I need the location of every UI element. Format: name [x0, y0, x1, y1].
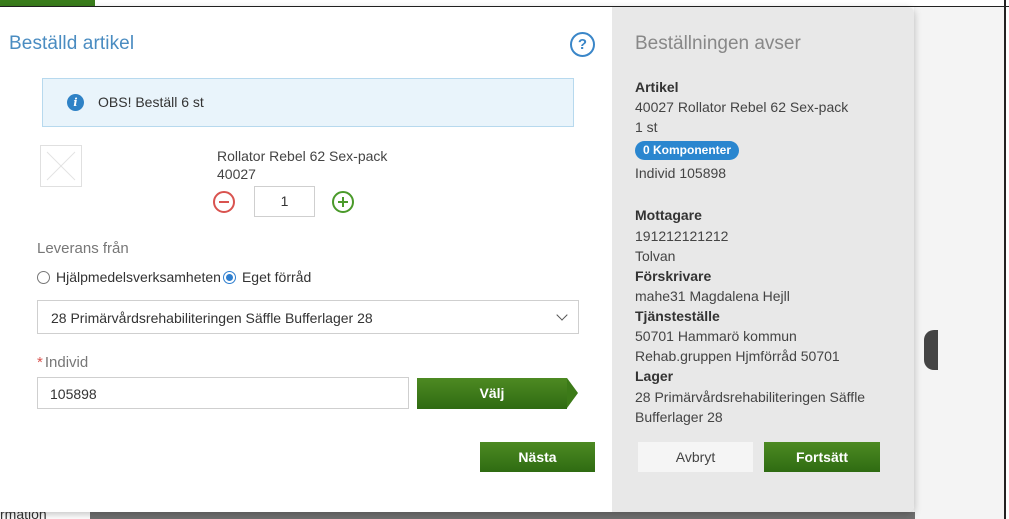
product-number: 40027	[217, 166, 256, 182]
choose-button-arrow[interactable]	[567, 378, 578, 408]
question-circle-icon[interactable]: ?	[570, 32, 595, 57]
recipient-id: 191212121212	[635, 228, 729, 244]
cancel-button[interactable]: Avbryt	[638, 442, 753, 472]
summary-title: Beställningen avser	[635, 33, 801, 54]
stock-location-select[interactable]: 28 Primärvårdsrehabiliteringen Säffle Bu…	[37, 300, 579, 334]
delivery-source-options: Hjälpmedelsverksamheten Eget förråd	[37, 269, 313, 285]
radio-eget-forrad[interactable]	[222, 270, 236, 284]
dialog-title: Beställd artikel	[9, 33, 135, 54]
individ-value: 105898	[50, 386, 97, 402]
info-message-text: OBS! Beställ 6 st	[98, 94, 204, 110]
individ-label: * Individ	[37, 354, 88, 371]
individ-input[interactable]: 105898	[37, 377, 409, 409]
background-right-area	[914, 7, 1004, 519]
article-line: 40027 Rollator Rebel 62 Sex-pack	[635, 99, 849, 115]
background-handle	[924, 330, 938, 370]
radio-label-eget-forrad[interactable]: Eget förråd	[242, 269, 311, 285]
quantity-input[interactable]: 1	[254, 186, 315, 217]
individ-label-text: Individ	[44, 354, 89, 371]
increase-quantity-button[interactable]	[332, 191, 354, 213]
decrease-quantity-button[interactable]	[213, 191, 235, 213]
article-heading: Artikel	[635, 79, 679, 95]
radio-label-hjalpmedelsverksamheten[interactable]: Hjälpmedelsverksamheten	[56, 269, 221, 285]
unit-line-2: Rehab.gruppen Hjmförråd 50701	[635, 348, 840, 364]
background-border	[1004, 0, 1006, 519]
prescriber-name: mahe31 Magdalena Hejll	[635, 288, 790, 304]
next-button[interactable]: Nästa	[480, 442, 595, 472]
product-name: Rollator Rebel 62 Sex-pack	[217, 148, 388, 164]
stock-heading: Lager	[635, 368, 674, 384]
delivery-label: Leverans från	[37, 240, 129, 257]
prescriber-heading: Förskrivare	[635, 268, 712, 284]
choose-individ-button[interactable]: Välj	[417, 378, 567, 409]
info-message: i OBS! Beställ 6 st	[42, 78, 574, 127]
stock-line-1: 28 Primärvårdsrehabiliteringen Säffle	[635, 389, 866, 405]
unit-heading: Tjänsteställe	[635, 308, 720, 324]
recipient-heading: Mottagare	[635, 207, 702, 223]
stock-location-value: 28 Primärvårdsrehabiliteringen Säffle Bu…	[51, 310, 373, 326]
order-summary-panel: Beställningen avser Artikel 40027 Rollat…	[612, 7, 914, 512]
article-quantity: 1 st	[635, 119, 658, 135]
order-form-panel: Beställd artikel ? i OBS! Beställ 6 st R…	[0, 7, 612, 512]
chevron-down-icon	[556, 309, 568, 321]
radio-hjalpmedelsverksamheten[interactable]	[37, 270, 50, 284]
continue-button[interactable]: Fortsätt	[764, 442, 880, 472]
background-bottom-bar	[90, 512, 915, 519]
product-image-placeholder	[40, 145, 82, 187]
required-mark: *	[37, 354, 43, 371]
stock-line-2: Bufferlager 28	[635, 409, 723, 425]
info-icon: i	[67, 94, 84, 111]
recipient-name: Tolvan	[635, 248, 676, 264]
unit-line-1: 50701 Hammarö kommun	[635, 328, 797, 344]
components-badge[interactable]: 0 Komponenter	[635, 141, 740, 160]
order-dialog: Beställd artikel ? i OBS! Beställ 6 st R…	[0, 7, 914, 512]
individ-summary: Individ 105898	[635, 165, 727, 181]
